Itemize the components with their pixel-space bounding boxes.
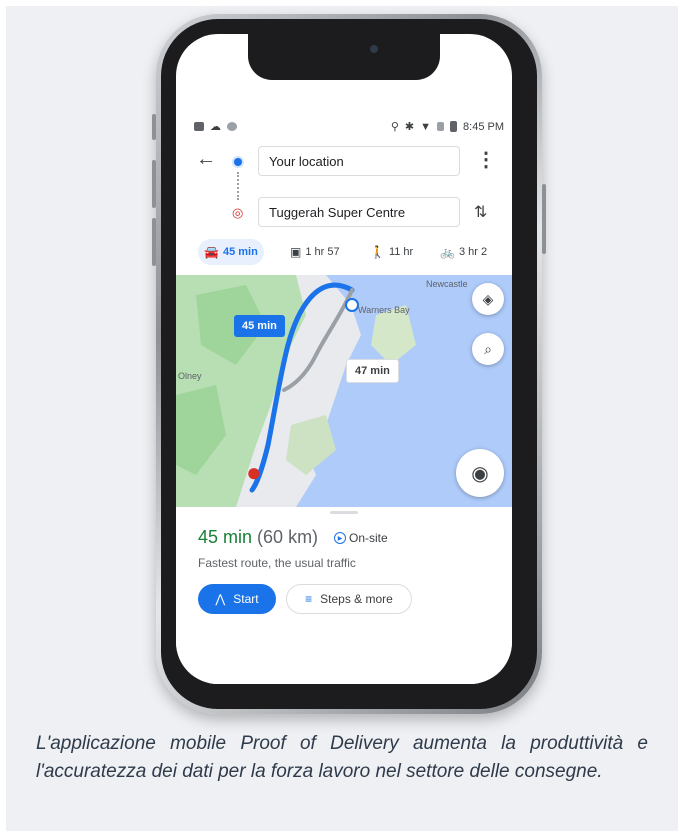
- signal-icon: [437, 122, 445, 131]
- route-connector: [237, 172, 239, 200]
- bluetooth-icon: ✱: [404, 121, 415, 133]
- place-label-warners-bay: Warners Bay: [358, 305, 410, 315]
- volume-up-button: [152, 160, 156, 208]
- tab-cycling-label: 3 hr 2: [458, 246, 488, 258]
- tab-driving-label: 45 min: [222, 246, 258, 258]
- bike-icon: 🚲: [440, 245, 455, 259]
- start-navigation-button[interactable]: ⋀ Start: [198, 584, 276, 614]
- layers-button[interactable]: ◈: [472, 283, 504, 315]
- my-location-button[interactable]: ◉: [456, 449, 504, 497]
- start-label: Start: [233, 592, 259, 606]
- route-summary-sheet: 45 min (60 km) ▶ On-site Fastest route, …: [176, 507, 512, 684]
- tab-walking-label: 11 hr: [388, 246, 414, 258]
- place-label-olney: Olney: [178, 371, 202, 381]
- back-arrow-icon[interactable]: ←: [196, 148, 216, 171]
- phone-screen: ☁ ⚲ ✱ ▼ 8:45 PM ← ◎ Your location Tugger…: [176, 34, 512, 684]
- search-icon: ⌕: [484, 340, 492, 357]
- layers-icon: ◈: [482, 290, 494, 307]
- battery-icon: [450, 121, 458, 132]
- tab-walking[interactable]: 🚶 11 hr: [364, 239, 419, 265]
- route-distance: (60 km): [257, 527, 319, 547]
- list-icon: ≡: [305, 592, 313, 606]
- travel-mode-tabs: 🚘 45 min ▣ 1 hr 57 🚶 11 hr 🚲 3 hr 2: [198, 239, 506, 265]
- route-description: Fastest route, the usual traffic: [198, 556, 356, 570]
- destination-pin-icon: ◎: [232, 205, 244, 220]
- more-options-icon[interactable]: ⋮: [476, 147, 496, 172]
- steps-and-more-button[interactable]: ≡ Steps & more: [286, 584, 412, 614]
- ontime-indicator: ▶ On-site: [334, 531, 388, 545]
- notch: [248, 34, 440, 80]
- mute-switch: [152, 114, 156, 140]
- swap-icon[interactable]: ⇅: [474, 202, 487, 222]
- tab-cycling[interactable]: 🚲 3 hr 2: [434, 239, 493, 265]
- destination-field[interactable]: Tuggerah Super Centre: [258, 197, 460, 227]
- tab-transit-label: 1 hr 57: [305, 246, 340, 258]
- power-button: [542, 184, 546, 254]
- ontime-label: On-site: [349, 531, 388, 545]
- route-eta: 45 min (60 km): [198, 527, 318, 548]
- notification-icon: [194, 122, 204, 131]
- origin-field[interactable]: Your location: [258, 146, 460, 176]
- sheet-drag-handle[interactable]: [330, 511, 358, 514]
- my-location-icon: ◉: [471, 462, 489, 485]
- walk-icon: 🚶: [370, 245, 385, 259]
- sync-icon: [227, 122, 237, 131]
- status-bar: ☁ ⚲ ✱ ▼ 8:45 PM: [194, 120, 504, 136]
- car-icon: 🚘: [204, 245, 219, 259]
- route-map[interactable]: Newcastle Warners Bay Olney 45 min 47 mi…: [176, 275, 512, 507]
- origin-dot-icon: [234, 158, 242, 166]
- volume-down-button: [152, 218, 156, 266]
- tab-transit[interactable]: ▣ 1 hr 57: [284, 239, 346, 265]
- cloud-icon: ☁: [210, 121, 221, 133]
- map-search-button[interactable]: ⌕: [472, 333, 504, 365]
- route-duration: 45 min: [198, 527, 253, 547]
- figure-caption: L'applicazione mobile Proof of Delivery …: [36, 733, 648, 782]
- navigation-arrow-icon: ⋀: [215, 592, 226, 606]
- alt-route-badge[interactable]: 47 min: [346, 359, 399, 383]
- destination-marker-icon: ●: [246, 457, 262, 487]
- tab-driving[interactable]: 🚘 45 min: [198, 239, 264, 265]
- phone-mockup: ☁ ⚲ ✱ ▼ 8:45 PM ← ◎ Your location Tugger…: [152, 14, 546, 714]
- primary-route-badge[interactable]: 45 min: [234, 315, 285, 337]
- place-label-newcastle: Newcastle: [426, 279, 468, 289]
- wifi-icon: ▼: [420, 120, 432, 133]
- location-icon: ⚲: [390, 121, 399, 133]
- transit-icon: ▣: [290, 245, 302, 259]
- camera-icon: [370, 45, 378, 53]
- steps-label: Steps & more: [320, 592, 393, 606]
- play-circle-icon: ▶: [334, 532, 346, 544]
- status-time: 8:45 PM: [463, 120, 504, 133]
